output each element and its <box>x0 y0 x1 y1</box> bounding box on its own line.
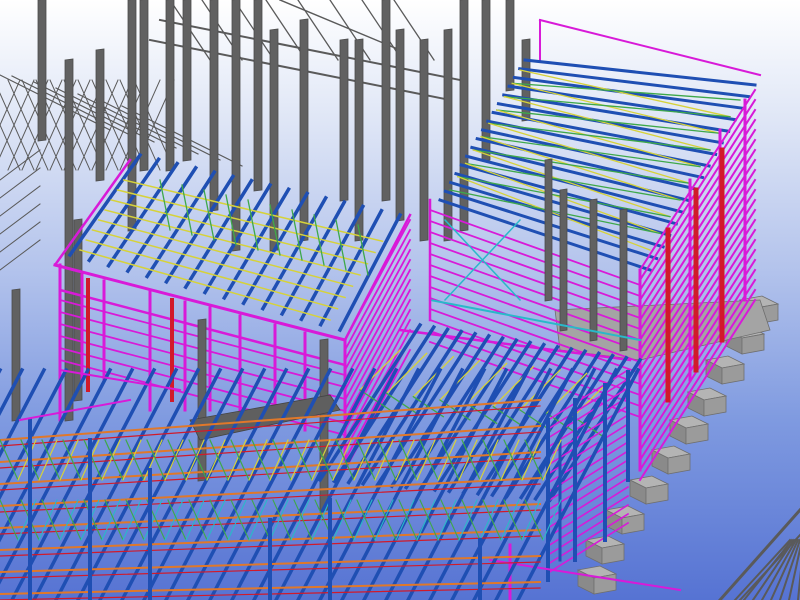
gray-steel-column <box>339 38 349 202</box>
gray-truss-web <box>0 167 41 199</box>
truss-web <box>356 499 376 541</box>
gray-steel-column <box>182 0 192 162</box>
truss-web <box>458 499 478 541</box>
truss-web <box>209 499 229 541</box>
gray-truss-chord <box>55 87 177 149</box>
gray-truss-web <box>0 79 21 127</box>
gray-steel-column <box>505 0 515 92</box>
gray-truss-web <box>0 185 41 217</box>
concrete-pier-footing <box>703 395 727 417</box>
gray-steel-column <box>253 0 263 192</box>
truss-web <box>62 499 82 541</box>
structural-steel-model[interactable] <box>0 0 800 600</box>
gray-steel-column <box>37 0 47 142</box>
gray-steel-column <box>11 288 21 422</box>
gray-steel-column <box>165 0 175 172</box>
gray-truss-web <box>0 92 35 171</box>
gray-steel-column <box>395 28 405 222</box>
wall-girt <box>343 248 412 372</box>
roof-bracing <box>488 122 711 151</box>
truss-web <box>374 499 394 541</box>
eave-beam <box>18 398 132 422</box>
truss-web <box>332 499 352 541</box>
gray-handrail-post <box>733 538 792 600</box>
wall-girt <box>428 263 642 342</box>
interior-column <box>559 188 568 332</box>
truss-web <box>206 439 226 481</box>
truss-web <box>377 499 397 541</box>
concrete-pier-footing <box>667 453 691 475</box>
concrete-pier-footing <box>685 423 709 445</box>
roof-edge-beam <box>538 18 762 77</box>
truss-web <box>353 499 373 541</box>
interior-column <box>589 198 598 342</box>
gray-truss-web <box>0 203 41 235</box>
model-viewport[interactable] <box>0 0 800 600</box>
gray-steel-column <box>299 18 309 242</box>
gray-truss-web <box>0 79 35 158</box>
truss-web <box>230 499 250 541</box>
truss-web <box>524 499 544 541</box>
concrete-pier-footing <box>741 333 765 355</box>
concrete-pier-footing <box>645 483 669 505</box>
concrete-pier-footing <box>721 363 745 385</box>
gray-steel-column <box>443 28 453 242</box>
gray-steel-column <box>381 0 391 202</box>
gray-steel-column <box>95 48 105 182</box>
interior-column <box>619 208 628 352</box>
gray-steel-column <box>419 38 429 242</box>
gray-truss-web <box>0 149 41 181</box>
roof-purlin <box>76 367 201 600</box>
gray-truss-web <box>0 239 41 271</box>
roof-purlin <box>54 367 179 600</box>
interior-column <box>544 158 553 302</box>
gray-truss-web <box>0 123 21 171</box>
gray-truss-chord <box>99 99 221 161</box>
gray-truss-web <box>0 221 41 253</box>
concrete-pier-footing <box>601 543 625 565</box>
gray-steel-column <box>139 0 149 172</box>
wall-girt <box>428 252 642 331</box>
gray-roof-member <box>329 0 371 61</box>
